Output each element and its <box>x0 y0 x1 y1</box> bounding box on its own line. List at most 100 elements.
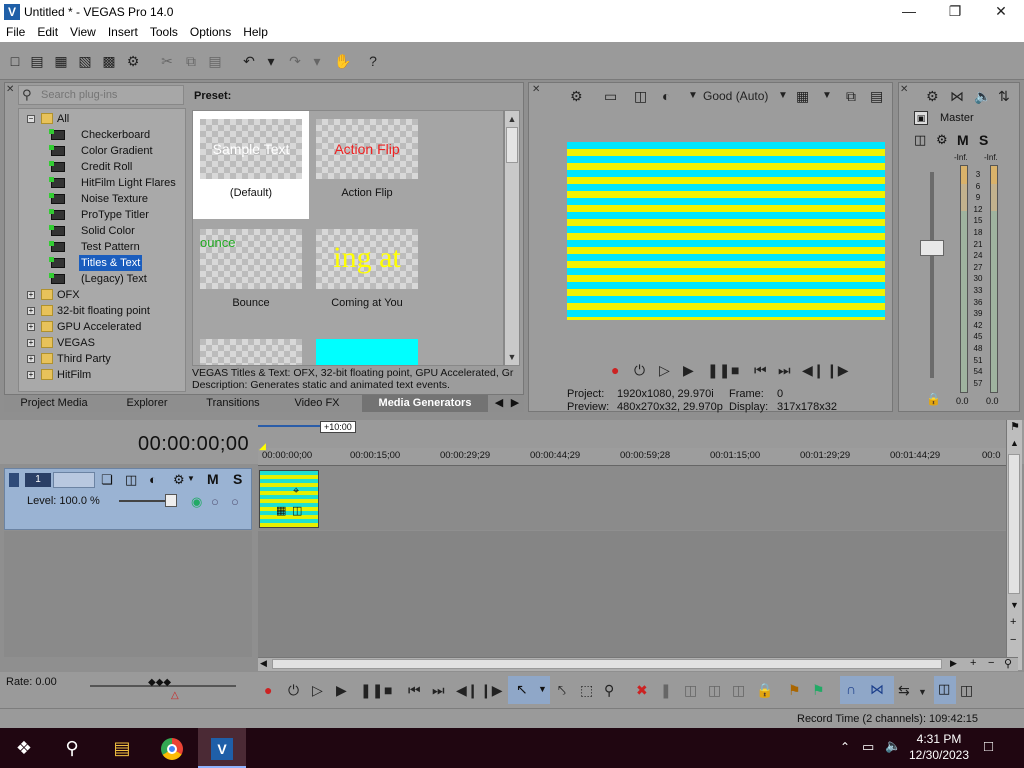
help-whats-this-icon[interactable]: ? <box>364 52 382 70</box>
track-fx-icon[interactable]: ◫ <box>125 472 137 488</box>
vegas-taskbar-icon[interactable]: V <box>198 728 246 768</box>
preset-default[interactable]: Sample Text (Default) <box>193 111 309 219</box>
play-from-start-icon[interactable]: ▷ <box>659 362 670 378</box>
undo-dropdown-icon[interactable]: ▾ <box>262 52 280 70</box>
timeline-empty-area[interactable] <box>258 531 1006 657</box>
track-mute-button[interactable]: M <box>207 471 219 487</box>
ripple-dropdown-icon[interactable]: ▼ <box>918 684 927 700</box>
redo-dropdown-icon[interactable]: ▾ <box>308 52 326 70</box>
menu-options[interactable]: Options <box>184 24 237 41</box>
copy-icon[interactable]: ⧉ <box>182 52 200 70</box>
properties-gear-icon[interactable]: ⚙ <box>124 52 142 70</box>
master-fx-icon[interactable]: ◫ <box>914 132 926 148</box>
minimize-button[interactable]: — <box>886 0 932 24</box>
overlays-icon[interactable]: ◐ <box>662 87 670 105</box>
grid-overlay-icon[interactable]: ▦ <box>796 87 809 105</box>
zoom-tool-icon[interactable]: ⚲ <box>1004 657 1012 670</box>
insert-region-icon[interactable]: ⚑ <box>812 682 825 698</box>
paste-icon[interactable]: ▤ <box>206 52 224 70</box>
preview-quality[interactable]: Good (Auto) <box>703 87 768 105</box>
lock-envelopes-button[interactable]: ◫ <box>934 676 956 704</box>
stop-icon[interactable]: ■ <box>731 362 739 378</box>
expand-icon[interactable]: + <box>27 307 35 315</box>
trim-end-icon[interactable]: ◫ <box>708 682 721 698</box>
zoom-out-horizontal-icon[interactable]: − <box>988 657 994 669</box>
tab-media-generators[interactable]: Media Generators <box>362 395 488 412</box>
restore-button[interactable]: ❐ <box>932 0 978 24</box>
menu-edit[interactable]: Edit <box>31 24 64 41</box>
track-motion-icon[interactable]: ❏ <box>101 472 113 488</box>
search-taskbar-icon[interactable]: ⚲ <box>48 728 96 768</box>
track-level-handle[interactable] <box>165 494 177 507</box>
grid-dropdown-icon[interactable]: ▼ <box>822 87 832 105</box>
auto-crossfade-icon[interactable]: ⋈ <box>870 681 884 698</box>
hscroll-thumb[interactable] <box>272 659 942 669</box>
timeline-go-to-start-icon[interactable]: ⏮ <box>408 682 421 698</box>
expand-icon[interactable]: + <box>27 323 35 331</box>
zoom-out-vertical-icon[interactable]: − <box>1010 634 1016 646</box>
track-parent-icon[interactable]: ○ <box>211 494 219 509</box>
mixer-properties-gear-icon[interactable]: ⚙ <box>926 87 939 105</box>
go-to-start-icon[interactable]: ⏮ <box>754 362 767 378</box>
menu-view[interactable]: View <box>64 24 102 41</box>
tab-project-media[interactable]: Project Media <box>8 395 100 412</box>
track-gear-dropdown-icon[interactable]: ▼ <box>187 474 195 483</box>
preset-next-row-2[interactable] <box>309 331 425 365</box>
event-fx-icon[interactable]: ▦ <box>276 504 286 517</box>
lock-icon[interactable]: 🔒 <box>756 682 773 698</box>
notifications-icon[interactable]: □ <box>984 738 993 755</box>
copy-snapshot-icon[interactable]: ⧉ <box>846 87 856 105</box>
collapse-icon[interactable]: − <box>27 115 35 123</box>
expand-icon[interactable]: + <box>27 339 35 347</box>
quality-chevron-icon[interactable]: ▼ <box>778 87 788 105</box>
track-composite-icon[interactable]: ◉ <box>191 494 202 510</box>
save-as-icon[interactable]: ▧ <box>76 52 94 70</box>
next-frame-icon[interactable]: ❙▶ <box>826 362 849 378</box>
expand-icon[interactable]: + <box>27 355 35 363</box>
text-event-clip[interactable]: ⌖ ▦ ◫ <box>259 470 319 528</box>
play-icon[interactable]: ▶ <box>683 362 694 378</box>
preset-bounce[interactable]: ounce Bounce <box>193 221 309 329</box>
network-icon[interactable]: ▭ <box>862 739 874 755</box>
external-monitor-icon[interactable]: ▭ <box>604 87 617 105</box>
tab-scroll-left-icon[interactable]: ◀ <box>492 395 506 412</box>
delete-icon[interactable]: ✖ <box>636 682 648 698</box>
master-bus-icon[interactable]: ▣ <box>914 111 928 125</box>
rate-slider-handle[interactable]: ◆◆◆ <box>148 677 171 688</box>
hscroll-right-icon[interactable]: ▶ <box>950 658 957 669</box>
normal-edit-tool-button[interactable]: ↖ ▼ <box>508 676 550 704</box>
search-input[interactable] <box>41 88 181 102</box>
zoom-in-vertical-icon[interactable]: + <box>1010 616 1016 628</box>
pause-icon[interactable]: ❚❚ <box>707 362 730 378</box>
split-screen-icon[interactable]: ◫ <box>634 87 647 105</box>
timeline-record-icon[interactable]: ● <box>264 682 272 698</box>
scroll-up-icon[interactable]: ▲ <box>506 112 518 126</box>
tab-explorer[interactable]: Explorer <box>110 395 184 412</box>
mixer-close-icon[interactable]: ✕ <box>900 84 908 95</box>
scroll-thumb[interactable] <box>506 127 518 163</box>
ignore-grouping-icon[interactable]: ◫ <box>960 682 973 698</box>
trim-icon[interactable]: ❚ <box>660 682 672 698</box>
track-solo-button[interactable]: S <box>233 471 242 487</box>
menu-tools[interactable]: Tools <box>144 24 184 41</box>
trim-start-icon[interactable]: ◫ <box>684 682 697 698</box>
timeline-zoom-bar[interactable] <box>258 425 320 427</box>
timeline-go-to-end-icon[interactable]: ⏭ <box>432 682 445 698</box>
tab-video-fx[interactable]: Video FX <box>282 395 352 412</box>
video-track-lane[interactable] <box>258 466 1006 530</box>
timeline-play-icon[interactable]: ▶ <box>336 682 347 698</box>
master-mute-button[interactable]: M <box>957 132 969 148</box>
new-file-icon[interactable]: □ <box>6 52 24 70</box>
rate-reset-icon[interactable]: △ <box>171 690 179 701</box>
expand-icon[interactable]: + <box>27 291 35 299</box>
edit-tool-dropdown-icon[interactable]: ▼ <box>538 684 547 694</box>
tab-transitions[interactable]: Transitions <box>194 395 272 412</box>
preset-scrollbar[interactable]: ▲ ▼ <box>504 110 520 366</box>
track-gear-icon[interactable]: ⚙ <box>173 472 185 488</box>
panel-close-icon[interactable]: ✕ <box>6 84 14 95</box>
render-icon[interactable]: ▩ <box>100 52 118 70</box>
taskbar-clock[interactable]: 4:31 PM 12/30/2023 <box>904 731 974 763</box>
mixer-settings-icon[interactable]: ⇅ <box>998 87 1010 105</box>
ripple-edit-icon[interactable]: ⇆ <box>898 682 910 698</box>
timecode-display[interactable]: 00:00:00;00 <box>138 433 249 456</box>
